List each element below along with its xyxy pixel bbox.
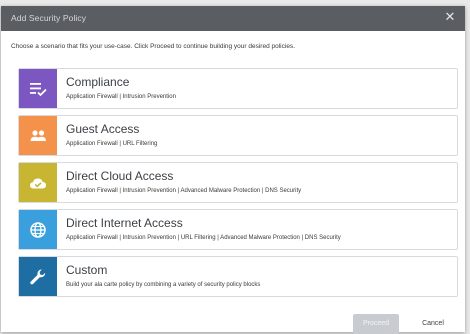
scenario-custom[interactable]: Custom Build your ala carte policy by co… <box>18 256 458 297</box>
scenario-title: Compliance <box>66 75 130 89</box>
scenario-title: Custom <box>66 263 108 277</box>
scenario-title: Direct Internet Access <box>66 216 183 230</box>
dialog-title: Add Security Policy <box>11 13 87 23</box>
globe-icon <box>30 221 46 238</box>
scenario-direct-internet-access[interactable]: Direct Internet Access Application Firew… <box>18 209 458 250</box>
dialog-titlebar: Add Security Policy ✕ <box>1 6 465 31</box>
scenario-description: Build your ala carte policy by combining… <box>66 282 261 288</box>
checklist-icon <box>30 82 47 96</box>
scenario-guest-access[interactable]: Guest Access Application Firewall | URL … <box>18 115 458 156</box>
cloud-check-icon <box>30 178 46 188</box>
instruction-text: Choose a scenario that fits your use-cas… <box>11 43 295 50</box>
scenario-description: Application Firewall | Intrusion Prevent… <box>66 188 302 194</box>
scenario-description: Application Firewall | Intrusion Prevent… <box>66 235 341 241</box>
close-icon[interactable]: ✕ <box>443 10 457 24</box>
guest-access-tile <box>19 116 57 155</box>
direct-internet-access-tile <box>19 210 57 249</box>
add-security-policy-dialog: Add Security Policy ✕ Choose a scenario … <box>1 6 465 334</box>
scenario-description: Application Firewall | Intrusion Prevent… <box>66 94 176 100</box>
scenario-title: Guest Access <box>66 122 140 136</box>
scenario-description: Application Firewall | URL Filtering <box>66 141 158 147</box>
proceed-button[interactable]: Proceed <box>353 314 399 334</box>
custom-tile <box>19 257 57 296</box>
direct-cloud-access-tile <box>19 163 57 202</box>
people-icon <box>30 129 46 141</box>
scenario-list: Compliance Application Firewall | Intrus… <box>18 68 458 303</box>
scenario-title: Direct Cloud Access <box>66 169 174 183</box>
wrench-icon <box>30 268 46 284</box>
scenario-compliance[interactable]: Compliance Application Firewall | Intrus… <box>18 68 458 109</box>
scenario-direct-cloud-access[interactable]: Direct Cloud Access Application Firewall… <box>18 162 458 203</box>
cancel-button[interactable]: Cancel <box>411 314 455 334</box>
compliance-tile <box>19 69 57 108</box>
